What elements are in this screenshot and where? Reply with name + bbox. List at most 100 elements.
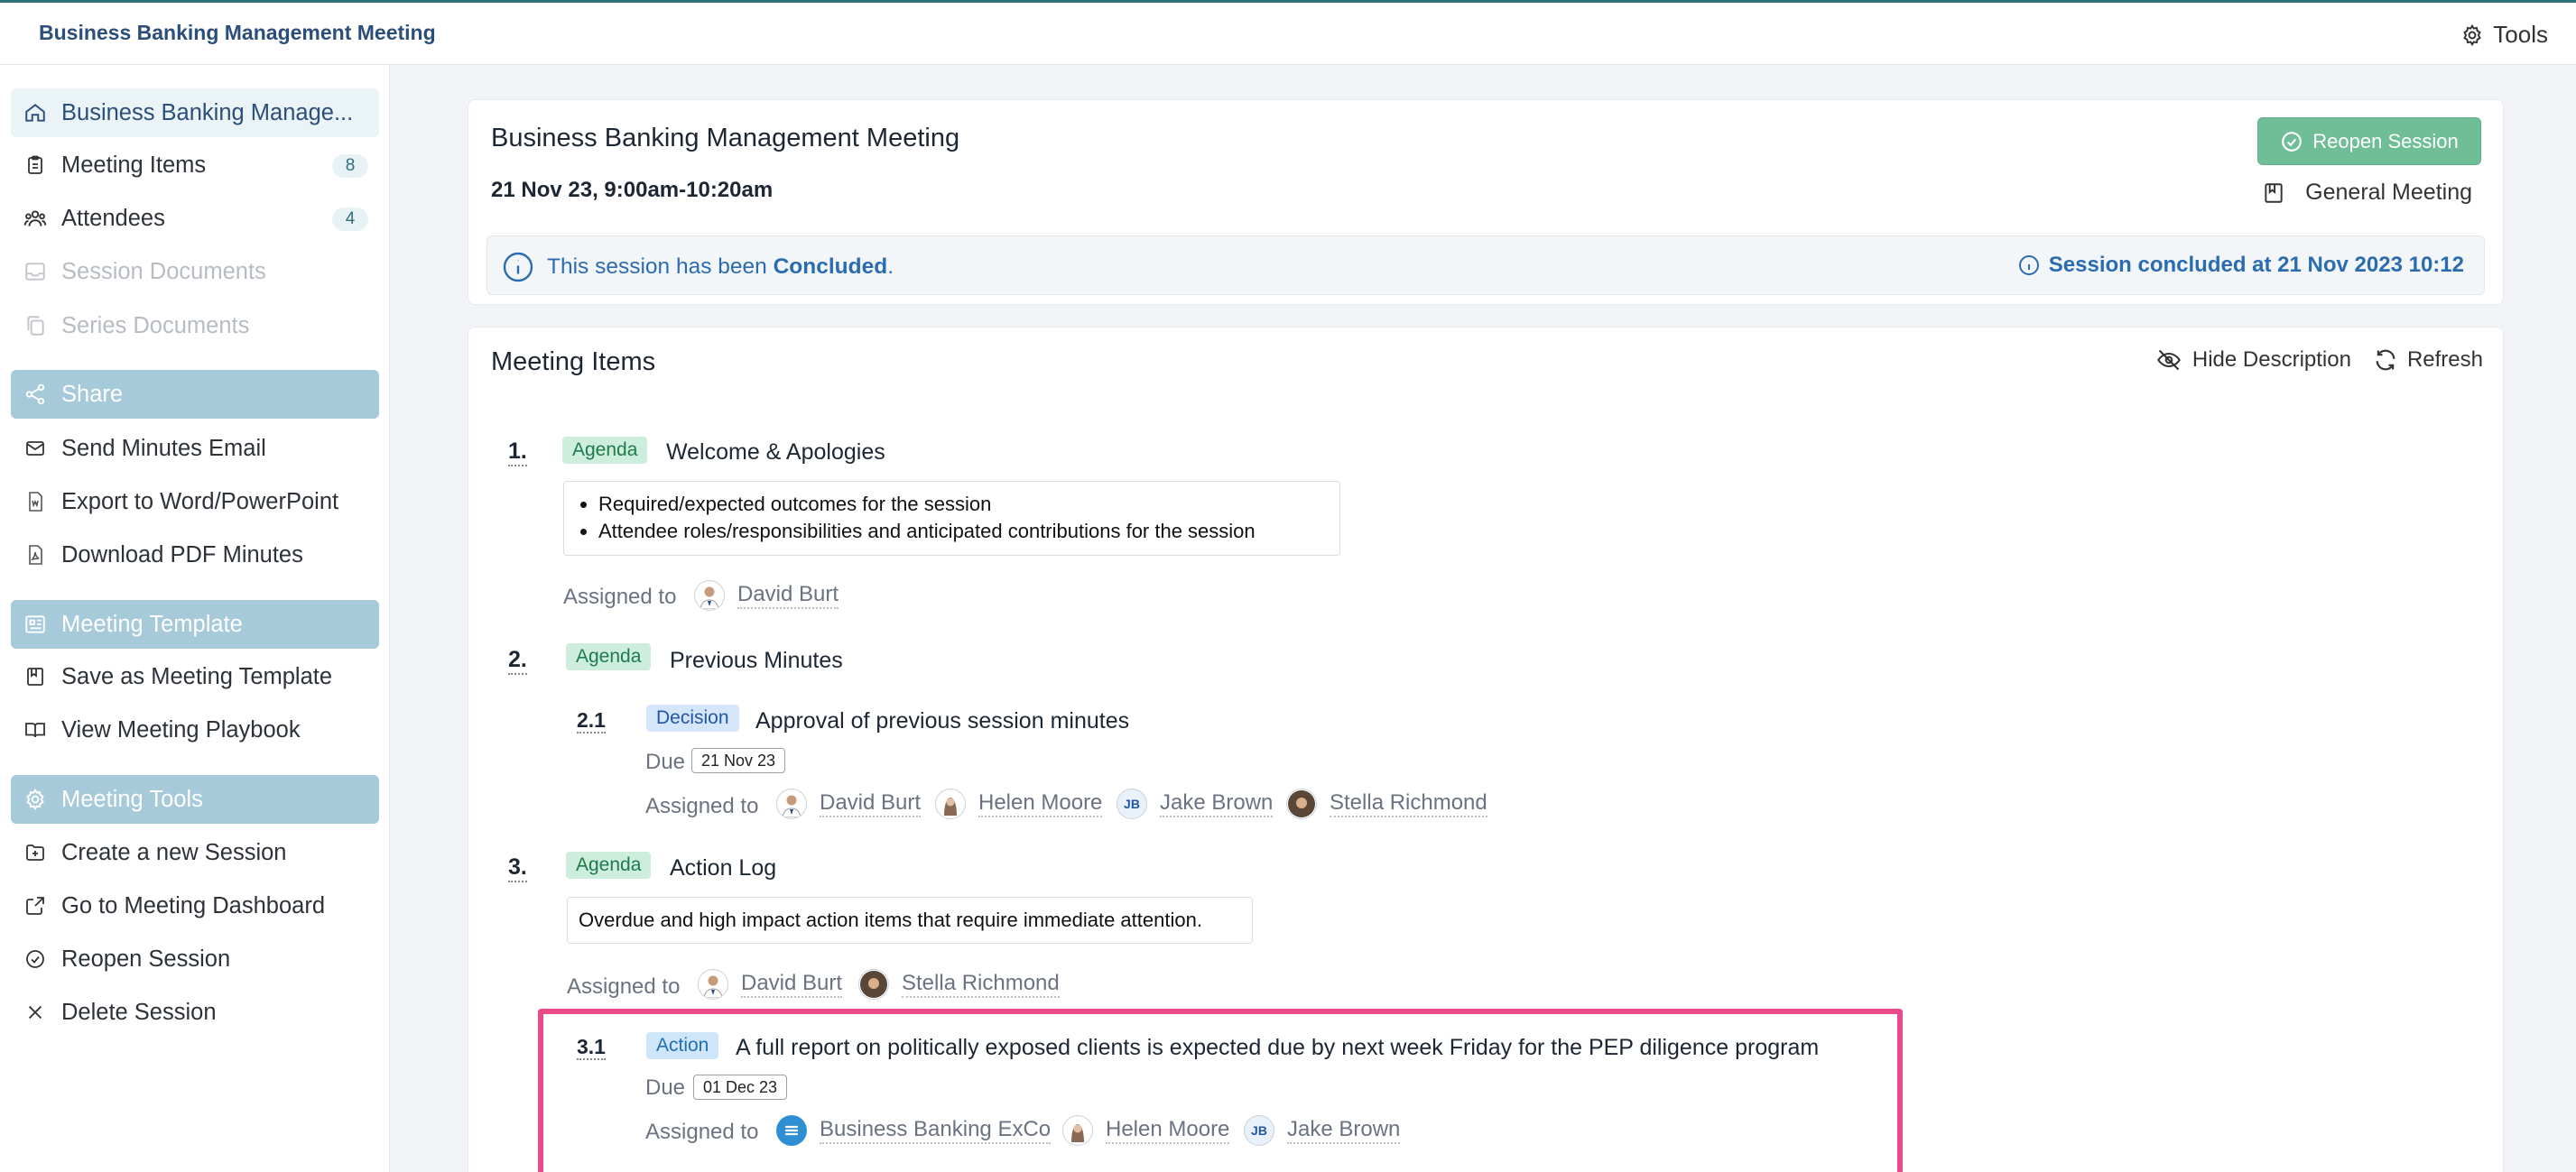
section-meeting-tools: Meeting Tools [11,775,379,824]
item-description: Overdue and high impact action items tha… [567,897,1253,944]
item-number[interactable]: 1. [508,438,527,466]
hide-description-button[interactable]: Hide Description [2154,347,2351,373]
reopen-label: Reopen Session [2312,129,2459,152]
sidebar-item-label: Attendees [61,205,165,231]
item-number[interactable]: 2. [508,647,527,675]
subitem-number[interactable]: 2.1 [577,708,606,734]
sidebar-item-label: Session Documents [61,258,266,284]
info-icon [2018,255,2039,275]
sidebar-item-delete-session[interactable]: Delete Session [11,988,379,1037]
pdf-file-icon [23,542,48,568]
home-icon [23,100,48,125]
description-bullet: Required/expected outcomes for the sessi… [598,491,1339,518]
session-date: 21 Nov 23, 9:00am-10:20am [491,178,774,202]
hide-description-label: Hide Description [2191,347,2351,372]
section-share: Share [11,370,379,419]
sidebar-item-label: Create a new Session [61,839,287,865]
assigned-label: Assigned to [645,794,759,818]
meeting-items-actions: Hide Description Refresh [2154,347,2483,373]
sidebar: Business Banking Manage... Meeting Items… [0,65,390,1172]
assignee[interactable]: JB Jake Brown [1117,789,1274,819]
meeting-items-title: Meeting Items [491,347,656,376]
bookmark-icon [2265,182,2283,203]
reopen-session-button[interactable]: Reopen Session [2257,117,2481,165]
sidebar-item-label: Export to Word/PowerPoint [61,488,339,514]
tools-label: Tools [2493,21,2548,48]
external-link-icon [23,893,48,918]
sidebar-item-series-documents: Series Documents [11,301,379,350]
sidebar-item-create-session[interactable]: Create a new Session [11,828,379,877]
avatar [935,789,966,819]
avatar [698,969,728,1000]
description-text: Overdue and high impact action items tha… [579,909,1202,931]
tools-button[interactable]: Tools [2460,21,2548,49]
due-label: Due [645,750,686,774]
sidebar-item-go-dashboard[interactable]: Go to Meeting Dashboard [11,881,379,930]
item-title[interactable]: Action Log [670,855,776,881]
users-icon [23,206,48,231]
assignee[interactable]: David Burt [694,580,839,611]
info-icon [503,252,533,282]
agenda-tag: Agenda [562,437,648,464]
sidebar-item-download-pdf[interactable]: Download PDF Minutes [11,531,379,579]
section-label: Meeting Template [61,611,243,637]
sidebar-item-home[interactable]: Business Banking Manage... [11,88,379,137]
sidebar-item-attendees[interactable]: Attendees 4 [11,194,379,243]
concluded-at: Session concluded at 21 Nov 2023 10:12 [2018,253,2464,278]
sidebar-item-export-word[interactable]: Export to Word/PowerPoint [11,477,379,526]
inbox-icon [23,259,48,284]
sidebar-item-session-documents: Session Documents [11,247,379,296]
assignee-name: Jake Brown [1160,790,1274,817]
clipboard-icon [23,152,48,178]
meeting-type-label: General Meeting [2305,180,2472,205]
refresh-label: Refresh [2406,347,2483,372]
assignee[interactable]: Stella Richmond [858,969,1060,1000]
session-card: Business Banking Management Meeting 21 N… [468,99,2504,305]
avatar: JB [1117,789,1147,819]
avatar [694,580,725,611]
share-icon [23,382,48,407]
item-title[interactable]: Previous Minutes [670,648,843,674]
section-label: Share [61,381,124,407]
sidebar-item-reopen-session[interactable]: Reopen Session [11,935,379,983]
top-bar: Business Banking Management Meeting Tool… [0,0,2576,65]
description-bullet: Attendee roles/responsibilities and anti… [598,518,1339,545]
eye-off-icon [2156,349,2181,371]
agenda-tag: Agenda [566,852,652,879]
item-description: Required/expected outcomes for the sessi… [563,481,1340,556]
assignee-name: Helen Moore [978,790,1103,817]
item-title[interactable]: Welcome & Apologies [666,439,885,466]
section-meeting-template: Meeting Template [11,600,379,649]
assignee-name: David Burt [737,582,839,609]
sidebar-item-label: Save as Meeting Template [61,663,333,689]
mail-icon [23,436,48,461]
template-icon [23,612,48,637]
subitem-title[interactable]: Approval of previous session minutes [755,708,1129,734]
sidebar-item-label: Series Documents [61,312,250,338]
status-value: Concluded [773,254,888,279]
app-title: Business Banking Management Meeting [39,21,436,44]
agenda-tag: Agenda [566,643,652,670]
assignee-name: Stella Richmond [1330,790,1487,817]
status-message: This session has been Concluded. [502,251,894,283]
item-number[interactable]: 3. [508,854,527,882]
assignee[interactable]: David Burt [698,969,843,1000]
assignee[interactable]: Stella Richmond [1286,789,1487,819]
gear-icon [23,787,48,812]
avatar [776,789,807,819]
sidebar-item-label: Go to Meeting Dashboard [61,892,326,918]
sidebar-item-send-minutes-email[interactable]: Send Minutes Email [11,424,379,473]
sidebar-item-view-playbook[interactable]: View Meeting Playbook [11,706,379,754]
gear-icon [2463,23,2482,46]
status-prefix: This session has been [547,254,774,279]
sidebar-item-meeting-items[interactable]: Meeting Items 8 [11,141,379,189]
folder-plus-icon [23,840,48,865]
sidebar-item-save-template[interactable]: Save as Meeting Template [11,652,379,701]
refresh-button[interactable]: Refresh [2373,347,2483,373]
bookmark-icon [23,664,48,689]
highlight-box [538,1009,1903,1172]
assignee[interactable]: Helen Moore [935,789,1103,819]
assignee[interactable]: David Burt [776,789,922,819]
assigned-label: Assigned to [563,585,677,609]
count-badge: 8 [332,154,368,178]
